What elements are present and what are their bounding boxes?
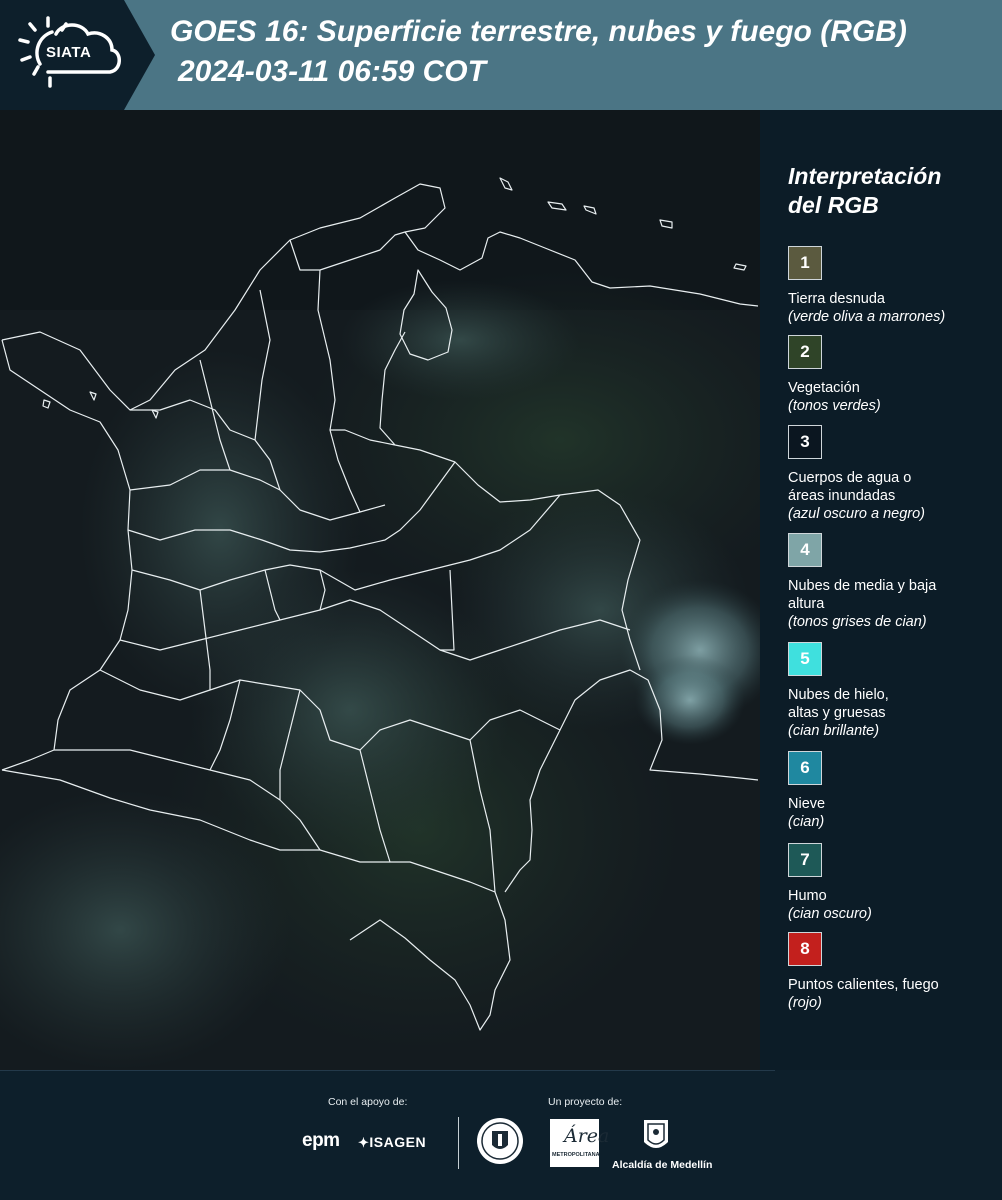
legend-label: Vegetación	[788, 380, 860, 396]
legend-desc: (verde oliva a marrones)	[788, 309, 946, 325]
legend-swatch: 8	[788, 932, 822, 966]
legend-item: 4 Nubes de media y baja altura (tonos gr…	[788, 533, 998, 631]
legend-label: Nubes de hielo, altas y gruesas	[788, 687, 889, 721]
legend-label: Cuerpos de agua o áreas inundadas	[788, 470, 912, 504]
legend-label: Puntos calientes, fuego	[788, 977, 939, 993]
siata-logo: SIATA	[0, 0, 155, 110]
legend-title-line2: del RGB	[788, 192, 879, 218]
area-metropolitana-logo: Área METROPOLITANA	[550, 1119, 609, 1167]
legend-desc: (rojo)	[788, 995, 822, 1011]
legend-swatch: 5	[788, 642, 822, 676]
logo-text: SIATA	[46, 44, 92, 61]
page-title: GOES 16: Superficie terrestre, nubes y f…	[170, 15, 907, 48]
legend-swatch: 3	[788, 425, 822, 459]
footer-divider	[0, 1070, 775, 1071]
satellite-image	[0, 110, 760, 1070]
legend-desc: (azul oscuro a negro)	[788, 506, 926, 522]
isagen-text: ISAGEN	[369, 1134, 427, 1150]
legend-panel: Interpretación del RGB 1 Tierra desnuda …	[760, 110, 1002, 1070]
legend-item: 6 Nieve (cian)	[788, 751, 998, 831]
isagen-icon: ✦	[358, 1135, 370, 1150]
legend-label: Humo	[788, 888, 827, 904]
support-label: Con el apoyo de:	[328, 1096, 408, 1108]
legend-title-line1: Interpretación	[788, 163, 942, 189]
legend-item: 5 Nubes de hielo, altas y gruesas (cian …	[788, 642, 998, 740]
footer: Con el apoyo de: Un proyecto de: epm ✦IS…	[0, 1070, 1002, 1200]
legend-swatch: 6	[788, 751, 822, 785]
legend-swatch: 7	[788, 843, 822, 877]
legend-item: 2 Vegetación (tonos verdes)	[788, 335, 998, 415]
page-timestamp: 2024-03-11 06:59 COT	[178, 55, 486, 88]
footer-separator	[458, 1117, 459, 1169]
legend-desc: (tonos verdes)	[788, 398, 881, 414]
legend-swatch: 2	[788, 335, 822, 369]
legend-desc: (tonos grises de cian)	[788, 614, 927, 630]
legend-item: 8 Puntos calientes, fuego (rojo)	[788, 932, 998, 1012]
legend-label: Nubes de media y baja altura	[788, 578, 937, 612]
project-label: Un proyecto de:	[548, 1096, 623, 1108]
legend-label: Tierra desnuda	[788, 291, 885, 307]
university-seal-icon	[477, 1118, 523, 1164]
area-logo-subtitle: METROPOLITANA	[552, 1152, 600, 1158]
isagen-logo: ✦ISAGEN	[358, 1134, 426, 1151]
legend-desc: (cian brillante)	[788, 723, 880, 739]
area-logo-title: Área	[564, 1125, 610, 1147]
alcaldia-shield-icon	[644, 1120, 668, 1148]
legend-item: 7 Humo (cian oscuro)	[788, 843, 998, 923]
header-bar: SIATA GOES 16: Superficie terrestre, nub…	[0, 0, 1002, 110]
legend-desc: (cian)	[788, 814, 825, 830]
legend-desc: (cian oscuro)	[788, 906, 872, 922]
legend-swatch: 1	[788, 246, 822, 280]
legend-item: 3 Cuerpos de agua o áreas inundadas (azu…	[788, 425, 998, 523]
epm-logo: epm	[302, 1130, 340, 1151]
legend-title: Interpretación del RGB	[788, 162, 941, 220]
legend-label: Nieve	[788, 796, 826, 812]
legend-swatch: 4	[788, 533, 822, 567]
legend-item: 1 Tierra desnuda (verde oliva a marrones…	[788, 246, 998, 326]
satellite-map[interactable]	[0, 110, 760, 1070]
alcaldia-label: Alcaldía de Medellín	[612, 1159, 713, 1171]
